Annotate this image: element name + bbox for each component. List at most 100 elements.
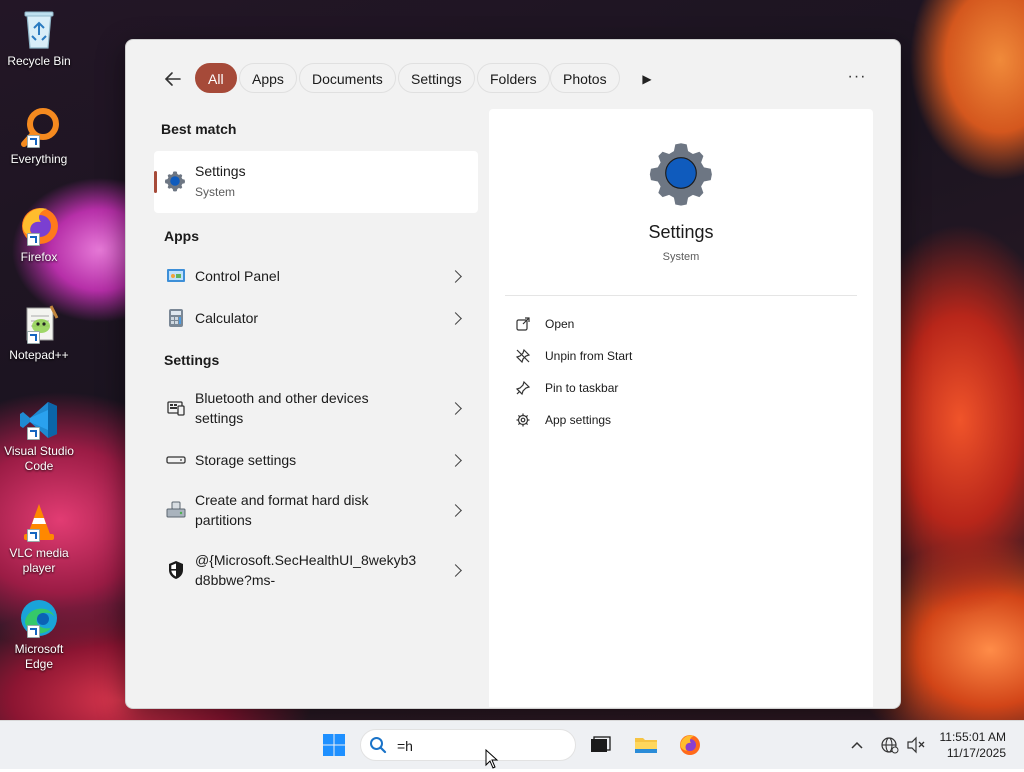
filter-folders[interactable]: Folders — [477, 63, 550, 93]
filter-documents[interactable]: Documents — [299, 63, 396, 93]
calculator-icon — [165, 307, 187, 329]
desktop-icon-recycle-bin[interactable]: Recycle Bin — [4, 8, 74, 69]
desktop-icon-label: Notepad++ — [9, 348, 69, 362]
filter-bar: All Apps Documents Settings Folders Phot… — [126, 62, 900, 96]
shortcut-arrow-icon — [27, 625, 40, 638]
firefox-icon — [17, 204, 61, 248]
list-item-security-health[interactable]: @{Microsoft.SecHealthUI_8wekyb3 d8bbwe?m… — [154, 546, 478, 594]
desktop-icon-label: VLC media player — [9, 546, 69, 575]
firefox-taskbar-icon[interactable] — [678, 733, 702, 757]
action-pin-to-taskbar[interactable]: Pin to taskbar — [515, 378, 715, 400]
list-item-title: Control Panel — [195, 268, 280, 284]
shortcut-arrow-icon — [27, 331, 40, 344]
more-options-icon[interactable]: ··· — [844, 68, 870, 90]
task-view-icon[interactable] — [588, 733, 612, 757]
settings-heading: Settings — [164, 352, 220, 368]
desktop-icon-edge[interactable]: Microsoft Edge — [4, 596, 74, 672]
clock-date: 11/17/2025 — [946, 746, 1006, 760]
preview-subtitle: System — [662, 251, 700, 263]
preview-pane: Settings System Open Unpin from Start Pi… — [489, 109, 873, 707]
disk-management-icon — [165, 499, 187, 521]
desktop-icon-label: Firefox — [20, 250, 58, 264]
pin-icon — [515, 380, 531, 396]
network-globe-icon[interactable] — [880, 733, 900, 757]
best-match-settings[interactable]: Settings System — [154, 151, 478, 213]
search-icon — [369, 736, 387, 754]
open-external-icon — [515, 316, 531, 332]
list-item-disk-partitions[interactable]: Create and format hard disk partitions — [154, 486, 478, 534]
desktop-icon-label: Visual Studio Code — [4, 444, 74, 473]
action-unpin-from-start[interactable]: Unpin from Start — [515, 346, 715, 368]
filter-photos[interactable]: Photos — [550, 63, 620, 93]
desktop-icon-label: Microsoft Edge — [14, 642, 64, 671]
action-label: App settings — [545, 413, 612, 427]
best-match-subtitle: System — [195, 185, 236, 199]
list-item-title: Calculator — [195, 310, 259, 326]
filter-settings[interactable]: Settings — [398, 63, 475, 93]
vscode-icon — [17, 398, 61, 442]
chevron-right-icon[interactable] — [449, 454, 462, 467]
volume-muted-icon[interactable] — [906, 733, 926, 757]
more-filters-play-icon[interactable]: ▶ — [636, 68, 658, 90]
everything-search-icon — [17, 106, 61, 150]
list-item-bluetooth-settings[interactable]: Bluetooth and other devices settings — [154, 384, 478, 432]
desktop-icon-vscode[interactable]: Visual Studio Code — [4, 398, 74, 474]
action-label: Unpin from Start — [545, 349, 633, 363]
windows-start-icon[interactable] — [322, 733, 346, 757]
shortcut-arrow-icon — [27, 427, 40, 440]
list-item-title-line2: settings — [195, 410, 244, 426]
taskbar: =h 11:55:01 AM 11/17/2025 — [0, 720, 1024, 769]
unpin-icon — [515, 348, 531, 364]
recycle-bin-icon — [17, 8, 61, 52]
chevron-right-icon[interactable] — [449, 504, 462, 517]
back-arrow-icon[interactable] — [162, 68, 184, 90]
list-item-title-line2: d8bbwe?ms- — [195, 572, 276, 588]
desktop-icon-notepadpp[interactable]: Notepad++ — [4, 302, 74, 363]
apps-heading: Apps — [164, 228, 199, 244]
filter-apps[interactable]: Apps — [239, 63, 297, 93]
storage-icon — [165, 449, 187, 471]
selection-accent — [154, 171, 157, 193]
filter-all[interactable]: All — [195, 63, 237, 93]
desktop-icon-firefox[interactable]: Firefox — [4, 204, 74, 265]
control-panel-icon — [165, 265, 187, 287]
list-item-title-line1: Bluetooth and other devices — [195, 390, 369, 406]
list-item-storage-settings[interactable]: Storage settings — [154, 444, 478, 476]
settings-gear-icon — [164, 170, 186, 192]
bluetooth-devices-icon — [165, 397, 187, 419]
chevron-up-icon[interactable] — [848, 733, 866, 757]
taskbar-search-input[interactable]: =h — [360, 729, 576, 761]
desktop-icon-everything[interactable]: Everything — [4, 106, 74, 167]
best-match-heading: Best match — [161, 121, 237, 137]
list-item-title-line1: Create and format hard disk — [195, 492, 369, 508]
chevron-right-icon[interactable] — [449, 270, 462, 283]
chevron-right-icon[interactable] — [449, 312, 462, 325]
vlc-cone-icon — [17, 500, 61, 544]
desktop-icon-vlc[interactable]: VLC media player — [4, 500, 74, 576]
action-label: Open — [545, 317, 575, 331]
chevron-right-icon[interactable] — [449, 402, 462, 415]
list-item-title: Storage settings — [195, 452, 297, 468]
list-item-title-line1: @{Microsoft.SecHealthUI_8wekyb3 — [195, 552, 417, 568]
settings-gear-large-icon — [647, 139, 715, 207]
system-clock[interactable]: 11:55:01 AM 11/17/2025 — [940, 729, 1007, 761]
shortcut-arrow-icon — [27, 135, 40, 148]
mouse-cursor-icon — [485, 748, 499, 769]
clock-time: 11:55:01 AM — [939, 730, 1007, 744]
list-item-title-line2: partitions — [195, 512, 252, 528]
file-explorer-icon[interactable] — [634, 733, 658, 757]
list-item-calculator[interactable]: Calculator — [154, 302, 478, 334]
desktop-icon-label: Recycle Bin — [7, 54, 71, 68]
preview-divider — [505, 295, 857, 296]
shortcut-arrow-icon — [27, 233, 40, 246]
search-query-text: =h — [397, 738, 413, 754]
preview-title: Settings — [648, 222, 714, 242]
shield-icon — [165, 559, 187, 581]
action-app-settings[interactable]: App settings — [515, 410, 715, 432]
action-open[interactable]: Open — [515, 314, 715, 336]
list-item-control-panel[interactable]: Control Panel — [154, 260, 478, 292]
notepad-plus-plus-icon — [17, 302, 61, 346]
chevron-right-icon[interactable] — [449, 564, 462, 577]
desktop-icon-label: Everything — [10, 152, 68, 166]
gear-icon — [515, 412, 531, 428]
